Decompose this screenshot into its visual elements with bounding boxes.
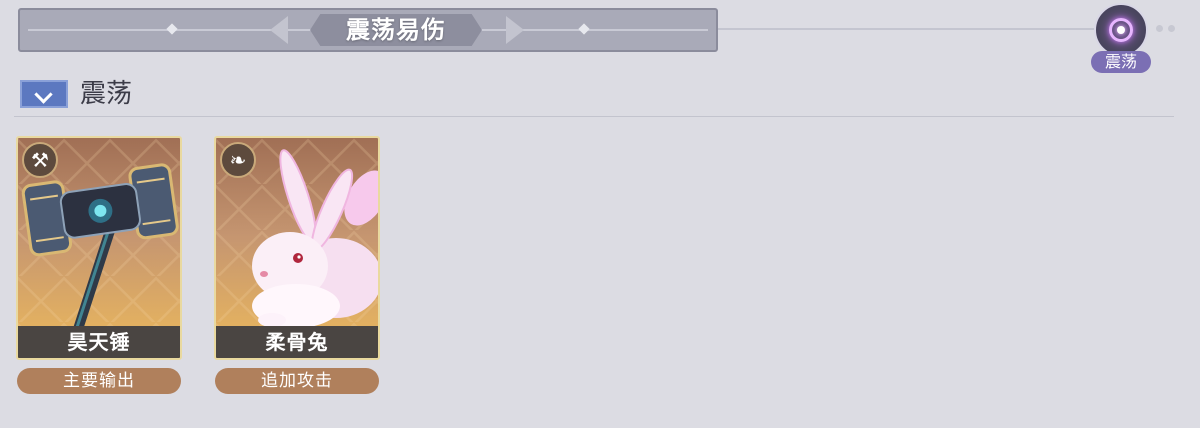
character-card-haotianchui[interactable]: ⚒ 昊天锤 [16,136,182,360]
chevron-down-icon [34,85,53,104]
role-tag: 主要输出 [17,368,181,394]
divider-dot [1168,25,1175,32]
banner-chevron-right [506,16,524,44]
banner-chevron-left [270,16,288,44]
divider-dot [1156,25,1163,32]
card-name: 柔骨兔 [216,326,378,358]
banner-diamond-ornament [166,23,178,35]
emblem-core [1117,26,1125,34]
card-name: 昊天锤 [18,326,180,358]
wing-class-icon: ❧ [220,142,256,178]
section-collapse-toggle[interactable] [20,80,68,108]
banner-diamond-ornament [578,23,590,35]
header-divider [718,28,1148,30]
character-card-rouguotu[interactable]: ❧ 柔骨兔 [214,136,380,360]
status-badge: 震荡 [1091,51,1151,73]
section-title: 震荡 [80,79,133,109]
page-title: 震荡易伤 [346,15,446,44]
section-divider [14,116,1174,117]
hammer-class-icon: ⚒ [22,142,58,178]
vortex-icon[interactable] [1094,3,1148,57]
title-banner: 震荡易伤 [18,8,718,52]
role-tag: 追加攻击 [215,368,379,394]
